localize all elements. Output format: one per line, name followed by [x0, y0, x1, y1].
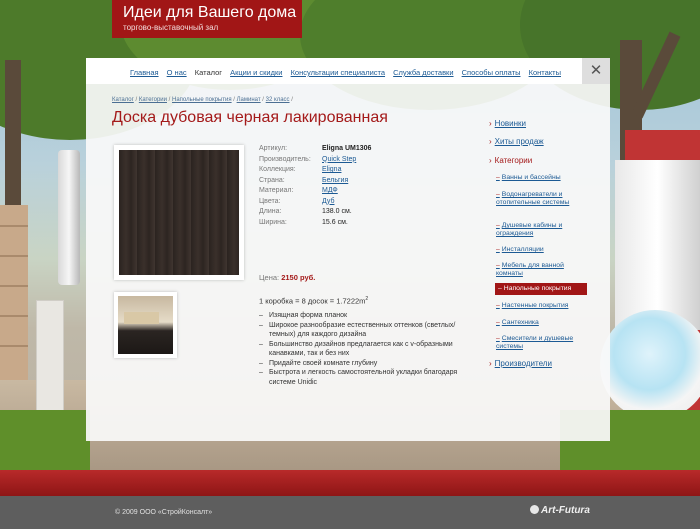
sidebar-subitem-heaters[interactable]: – Водонагреватели и отопительные системы: [496, 191, 584, 207]
sidebar-item-news[interactable]: › Новинки: [489, 119, 526, 128]
spec-material-link[interactable]: МДФ: [322, 187, 338, 194]
breadcrumb-floor[interactable]: Напольные покрытия: [172, 97, 232, 103]
price-line: Цена: 2150 руб.: [259, 273, 315, 282]
chevron-right-icon: ›: [489, 119, 492, 128]
sidebar-item-label: Категории: [494, 156, 533, 165]
breadcrumb: Каталог / Категории / Напольные покрытия…: [112, 97, 293, 103]
price-label: Цена:: [259, 273, 280, 282]
spec-key: Артикул:: [259, 145, 288, 152]
close-icon: ✕: [589, 62, 603, 79]
feature-item: Широкое разнообразие естественных оттенк…: [259, 321, 459, 340]
breadcrumb-categories[interactable]: Категории: [139, 97, 167, 103]
main-nav: Главная О нас Каталог Акции и скидки Кон…: [86, 58, 582, 84]
spec-length: 138.0 см.: [322, 208, 352, 215]
nav-home[interactable]: Главная: [130, 68, 159, 77]
sidebar-item-label: Производители: [494, 359, 552, 368]
spec-key: Цвета:: [259, 197, 281, 205]
spec-sku: Eligna UM1306: [322, 145, 372, 152]
nav-catalog[interactable]: Каталог: [195, 68, 222, 77]
site-subtitle: торгово-выставочный зал: [123, 23, 219, 32]
feature-item: Быстрота и легкость самостоятельной укла…: [259, 368, 459, 387]
close-button[interactable]: ✕: [582, 58, 610, 84]
spec-country-link[interactable]: Бельгия: [322, 177, 348, 184]
sidebar-subitem-furniture[interactable]: – Мебель для ванной комнаты: [496, 262, 584, 278]
feature-item: Большинство дизайнов предлагается как с …: [259, 340, 459, 359]
sidebar-subitem-installations[interactable]: – Инсталляции: [496, 246, 584, 254]
nav-delivery[interactable]: Служба доставки: [393, 68, 453, 77]
nav-contacts[interactable]: Контакты: [529, 68, 561, 77]
breadcrumb-class[interactable]: 32 класс: [266, 97, 290, 103]
developer-name: Art-Futura: [541, 505, 590, 516]
spec-key: Длина:: [259, 208, 282, 215]
product-main-image[interactable]: [114, 145, 244, 280]
spec-key: Ширина:: [259, 218, 287, 226]
sidebar-item-hits[interactable]: › Хиты продаж: [489, 137, 544, 146]
feature-item: Изящная форма планок: [259, 311, 459, 321]
product-thumbnail[interactable]: [114, 292, 177, 358]
package-info: 1 коробка = 8 досок = 1.7222m2: [259, 296, 368, 306]
spec-collection-link[interactable]: Eligna: [322, 166, 341, 173]
chevron-right-icon: ›: [489, 359, 492, 368]
developer-logo[interactable]: Art-Futura: [530, 505, 590, 516]
chevron-right-icon: ›: [489, 137, 492, 146]
sidebar-item-label: Новинки: [494, 119, 527, 128]
spec-key: Страна:: [259, 176, 285, 184]
chevron-right-icon: ›: [489, 156, 492, 165]
spec-key: Коллекция:: [259, 166, 296, 173]
spec-key: Материал:: [259, 187, 294, 194]
spec-manufacturer-link[interactable]: Quick Step: [322, 156, 356, 163]
nav-consultations[interactable]: Консультации специалиста: [291, 68, 385, 77]
product-specs: Артикул: Eligna UM1306 Производитель: Quic…: [259, 144, 371, 228]
footer: [0, 496, 700, 529]
feature-list: Изящная форма планок Широкое разнообрази…: [259, 311, 459, 387]
site-title: Идеи для Вашего дома: [123, 4, 297, 21]
sidebar-item-label: Хиты продаж: [494, 137, 544, 146]
sidebar-subitem-plumbing[interactable]: – Сантехника: [496, 319, 584, 327]
sidebar-item-manufacturers[interactable]: › Производители: [489, 359, 552, 368]
sidebar-subitem-floor-coverings[interactable]: – Напольные покрытия: [495, 283, 587, 295]
product-title: Доска дубовая черная лакированная: [112, 109, 388, 126]
nav-payment[interactable]: Способы оплаты: [462, 68, 521, 77]
spec-color-link[interactable]: Дуб: [322, 198, 334, 205]
package-text: 1 коробка = 8 досок = 1.7222m: [259, 296, 366, 306]
sidebar-subitem-mixers[interactable]: – Смесители и душевые системы: [496, 335, 584, 351]
footer-accent-bar: [0, 470, 700, 496]
copyright: © 2009 ООО «СтройКонсалт»: [115, 509, 213, 516]
feature-item: Придайте своей комнате глубину: [259, 359, 459, 369]
nav-about[interactable]: О нас: [167, 68, 187, 77]
content-panel: Главная О нас Каталог Акции и скидки Кон…: [86, 58, 610, 441]
price-value: 2150 руб.: [281, 273, 316, 282]
nav-promotions[interactable]: Акции и скидки: [230, 68, 282, 77]
sidebar-subitem-shower-cabins[interactable]: – Душевые кабины и ограждения: [496, 222, 584, 238]
spec-width: 15.6 см.: [322, 218, 348, 226]
sidebar-subitem-baths[interactable]: – Ванны и бассейны: [496, 174, 584, 182]
package-unit-exponent: 2: [365, 296, 369, 302]
breadcrumb-laminate[interactable]: Ламинат: [237, 97, 261, 103]
sidebar-subitem-wall-coverings[interactable]: – Настенные покрытия: [496, 302, 584, 310]
logo-circle-icon: [530, 505, 539, 514]
site-logo[interactable]: Идеи для Вашего дома торгово-выставочный…: [112, 0, 302, 38]
breadcrumb-catalog[interactable]: Каталог: [112, 97, 134, 103]
sidebar-item-categories[interactable]: › Категории: [489, 156, 532, 165]
spec-key: Производитель:: [259, 155, 311, 163]
